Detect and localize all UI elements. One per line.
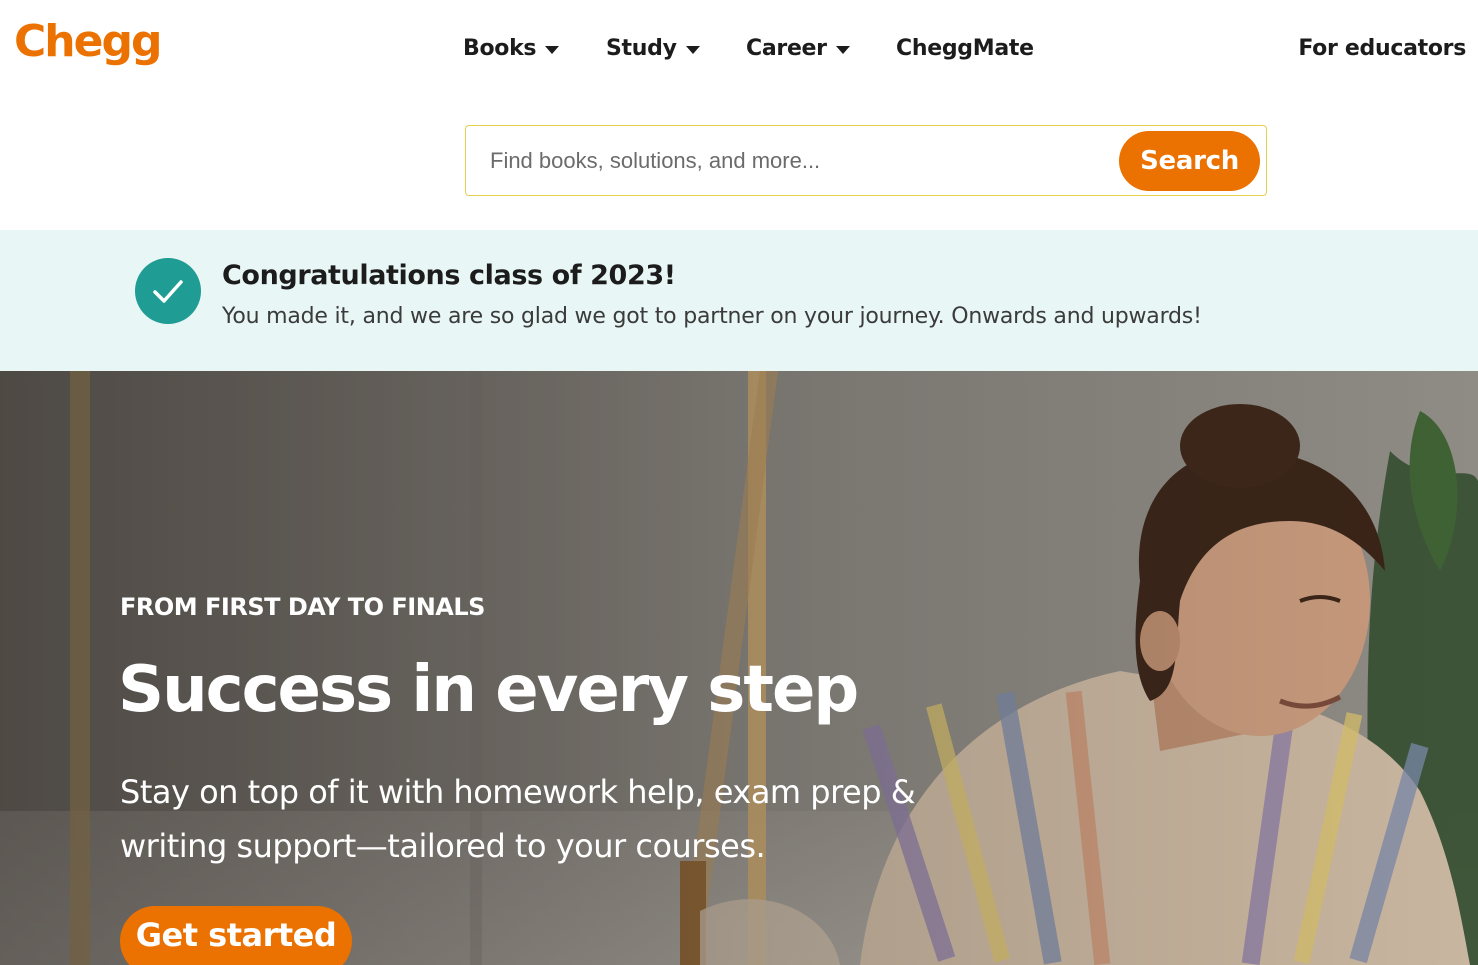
check-circle-icon: [135, 258, 201, 324]
search-button[interactable]: Search: [1119, 131, 1260, 191]
nav-books-label: Books: [463, 36, 537, 61]
banner-text: You made it, and we are so glad we got t…: [222, 304, 1202, 329]
nav-career[interactable]: Career: [746, 36, 850, 61]
nav-study-label: Study: [606, 36, 677, 61]
nav-cheggmate[interactable]: CheggMate: [896, 36, 1034, 61]
nav-books[interactable]: Books: [463, 36, 560, 61]
nav-cheggmate-label: CheggMate: [896, 36, 1034, 61]
hero-section: FROM FIRST DAY TO FINALS Success in ever…: [0, 371, 1478, 965]
banner-title: Congratulations class of 2023!: [222, 260, 676, 291]
hero-title: Success in every step: [118, 653, 859, 727]
search-bar: Search: [465, 125, 1267, 196]
caret-down-icon: [685, 45, 700, 54]
for-educators-link[interactable]: For educators: [1298, 36, 1466, 61]
hero-eyebrow: FROM FIRST DAY TO FINALS: [120, 593, 485, 621]
nav-career-label: Career: [746, 36, 827, 61]
main-nav: Books Study Career CheggMate For educato…: [0, 36, 1478, 66]
caret-down-icon: [545, 45, 560, 54]
hero-subtitle: Stay on top of it with homework help, ex…: [120, 773, 916, 865]
congrats-banner: Congratulations class of 2023! You made …: [0, 230, 1478, 371]
for-educators-label: For educators: [1298, 36, 1466, 61]
search-input[interactable]: [488, 140, 1112, 182]
caret-down-icon: [835, 45, 850, 54]
get-started-button[interactable]: Get started: [120, 906, 352, 965]
nav-study[interactable]: Study: [606, 36, 700, 61]
